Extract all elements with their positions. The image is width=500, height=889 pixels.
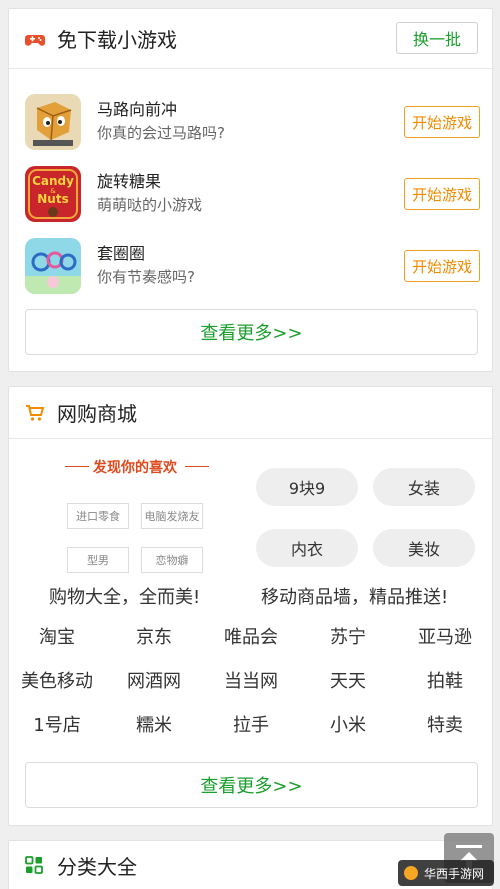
promo-title: 发现你的喜欢	[93, 460, 177, 476]
candy-nuts-icon: Candy & Nuts	[25, 166, 81, 222]
promo-rule-left	[65, 466, 89, 467]
shop-link[interactable]: 拉手	[203, 711, 299, 737]
games-title: 免下载小游戏	[57, 28, 177, 52]
promo-chip[interactable]: 电脑发烧友	[141, 503, 203, 529]
game-name: 旋转糖果	[97, 172, 162, 191]
shop-link[interactable]: 亚马逊	[397, 623, 493, 649]
game-name: 马路向前冲	[97, 100, 178, 119]
shop-link[interactable]: 网酒网	[106, 667, 202, 693]
promo-rule-right	[185, 466, 209, 467]
shop-header: 网购商城	[9, 387, 492, 439]
game-desc: 你有节奏感吗?	[97, 268, 195, 286]
shop-link[interactable]: 淘宝	[9, 623, 105, 649]
category-pill[interactable]: 9块9	[256, 468, 358, 506]
watermark-logo-icon	[404, 866, 418, 880]
shop-caption-right: 移动商品墙，精品推送!	[261, 587, 449, 608]
shop-link[interactable]: 美色移动	[9, 667, 105, 693]
shop-link[interactable]: 1号店	[9, 711, 105, 737]
games-more-button[interactable]: 查看更多>>	[25, 309, 478, 355]
promo-chip[interactable]: 型男	[67, 547, 129, 573]
game-desc: 萌萌哒的小游戏	[97, 196, 203, 214]
watermark-text: 华西手游网	[424, 866, 485, 881]
game-name: 套圈圈	[97, 244, 146, 263]
shop-link[interactable]: 京东	[106, 623, 202, 649]
category-pill[interactable]: 美妆	[373, 529, 475, 567]
shop-title: 网购商城	[57, 402, 137, 426]
game-item[interactable]: Candy & Nuts 旋转糖果 萌萌哒的小游戏 开始游戏	[25, 166, 480, 226]
shop-link[interactable]: 天天	[300, 667, 396, 693]
shop-more-button[interactable]: 查看更多>>	[25, 762, 478, 808]
shop-link[interactable]: 糯米	[106, 711, 202, 737]
game-item[interactable]: 马路向前冲 你真的会过马路吗? 开始游戏	[25, 94, 480, 154]
play-button[interactable]: 开始游戏	[404, 250, 480, 282]
swap-batch-button[interactable]: 换一批	[396, 22, 478, 54]
dice-character-icon	[25, 94, 81, 150]
site-watermark: 华西手游网	[398, 860, 494, 886]
shop-link[interactable]: 唯品会	[203, 623, 299, 649]
play-button[interactable]: 开始游戏	[404, 106, 480, 138]
games-card: 免下载小游戏 换一批 马路向前冲 你真的会过马路吗? 开始游戏 Candy & Nu…	[8, 8, 493, 372]
ring-toss-icon	[25, 238, 81, 294]
shop-link[interactable]: 苏宁	[300, 623, 396, 649]
play-button[interactable]: 开始游戏	[404, 178, 480, 210]
category-pill[interactable]: 内衣	[256, 529, 358, 567]
promo-chip[interactable]: 进口零食	[67, 503, 129, 529]
shop-link[interactable]: 拍鞋	[397, 667, 493, 693]
game-desc: 你真的会过马路吗?	[97, 124, 225, 142]
promo-chip[interactable]: 恋物癖	[141, 547, 203, 573]
shop-link[interactable]: 特卖	[397, 711, 493, 737]
shop-link[interactable]: 小米	[300, 711, 396, 737]
grid-icon	[25, 856, 43, 874]
game-item[interactable]: 套圈圈 你有节奏感吗? 开始游戏	[25, 238, 480, 298]
svg-text:Nuts: Nuts	[37, 192, 68, 206]
category-pill[interactable]: 女装	[373, 468, 475, 506]
shop-card: 网购商城 发现你的喜欢 进口零食 电脑发烧友 型男 恋物癖 9块9 女装 内衣 …	[8, 386, 493, 826]
games-header: 免下载小游戏 换一批	[9, 9, 492, 69]
cart-icon	[25, 404, 45, 422]
shop-link[interactable]: 当当网	[203, 667, 299, 693]
svg-text:Candy: Candy	[32, 174, 74, 188]
promo-banner[interactable]: 发现你的喜欢 进口零食 电脑发烧友 型男 恋物癖	[59, 453, 219, 577]
shop-caption-left: 购物大全，全而美!	[49, 587, 201, 608]
category-title: 分类大全	[57, 854, 137, 879]
gamepad-icon	[25, 30, 45, 48]
